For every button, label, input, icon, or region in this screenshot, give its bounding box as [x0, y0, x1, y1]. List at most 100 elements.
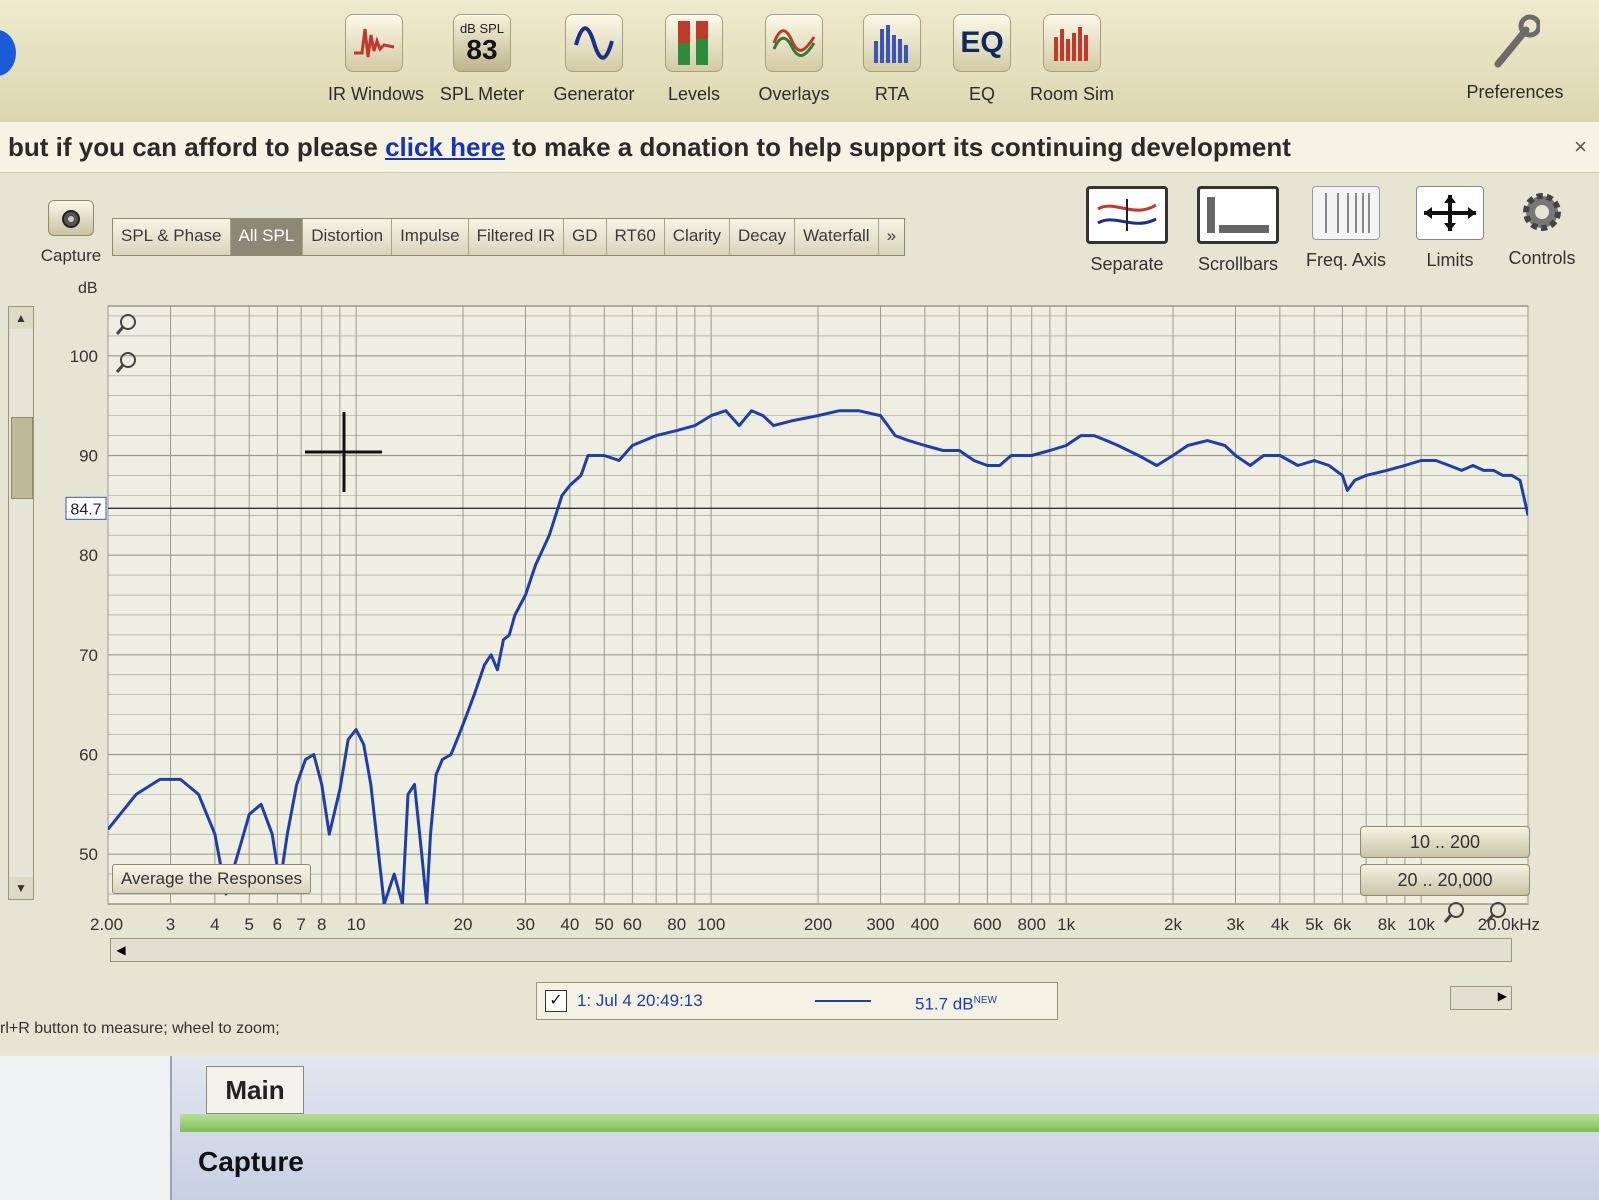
- trace-point: [1206, 439, 1209, 442]
- x-tick-label: 3: [166, 915, 175, 934]
- trace-point: [413, 783, 416, 786]
- trace-point: [425, 903, 428, 904]
- trace-point: [1224, 444, 1226, 447]
- trace-point: [393, 873, 395, 875]
- trace-point: [817, 414, 819, 417]
- trace-point: [1249, 464, 1252, 467]
- trace-point: [197, 793, 200, 796]
- trace-point: [1262, 454, 1265, 457]
- range-20-20000-button[interactable]: 20 .. 20,000: [1360, 864, 1530, 896]
- x-tick-label: 5k: [1305, 915, 1323, 934]
- trace-point: [502, 639, 505, 641]
- x-tick-label: 1k: [1057, 915, 1075, 934]
- x-tick-label: 60: [623, 915, 642, 934]
- trace-point: [548, 534, 551, 537]
- trace-point: [618, 459, 620, 462]
- x-tick-label: 8k: [1378, 915, 1396, 934]
- trace-point: [838, 409, 841, 412]
- trace-point: [879, 414, 882, 417]
- trace-point: [1065, 444, 1067, 447]
- trace-point: [907, 439, 910, 442]
- x-tick-label: 20: [454, 915, 473, 934]
- trace-point: [339, 788, 341, 791]
- trace-point: [603, 454, 606, 457]
- trace-point: [429, 833, 432, 836]
- x-tick-label: 10k: [1407, 915, 1435, 934]
- trace-point: [1186, 444, 1189, 447]
- x-tick-label: 4: [210, 915, 219, 934]
- tab-main[interactable]: Main: [206, 1066, 304, 1114]
- x-tick-label: 300: [866, 915, 894, 934]
- trace-point: [441, 758, 444, 761]
- trace-point: [1137, 454, 1140, 457]
- measurement-name[interactable]: 1: Jul 4 20:49:13: [577, 983, 703, 1019]
- trace-point: [524, 594, 527, 596]
- zoom-icon-handle: [1443, 914, 1453, 923]
- trace-point: [1234, 454, 1237, 457]
- trace-point: [1472, 464, 1474, 467]
- scroll-left-icon[interactable]: ◀: [111, 939, 131, 961]
- trace-point: [750, 409, 753, 412]
- trace-point: [694, 424, 696, 427]
- trace-point: [1492, 469, 1495, 472]
- trace-point: [1117, 444, 1119, 447]
- x-tick-label: 5: [245, 915, 254, 934]
- trace-point: [383, 903, 386, 904]
- spl-chart[interactable]: 100 90 80 70 60 50 2.00 3 4 5 6 7 8 10 20 30 40 50 60 80 100…: [0, 0, 1599, 1056]
- trace-point: [362, 743, 365, 746]
- trace-point: [1346, 489, 1349, 492]
- trace-point: [1527, 514, 1528, 517]
- trace-point: [569, 484, 571, 487]
- trace-point: [419, 843, 422, 845]
- y-tick-label: 100: [70, 347, 98, 366]
- capture-section-title: Capture: [198, 1146, 304, 1177]
- measurement-level-value: 51.7 dB: [915, 994, 974, 1014]
- y-tick-label: 60: [79, 746, 98, 765]
- trace-point: [986, 464, 989, 467]
- trace-point: [762, 414, 764, 417]
- trace-point: [675, 429, 678, 432]
- trace-point: [1341, 474, 1344, 477]
- trace-point: [1297, 464, 1299, 467]
- y-tick-label: 50: [79, 845, 98, 864]
- x-tick-label: 600: [973, 915, 1001, 934]
- trace-point: [710, 414, 712, 417]
- trace-point: [347, 738, 350, 741]
- trace-point: [1460, 469, 1463, 472]
- x-tick-label: 40: [560, 915, 579, 934]
- trace-point: [508, 634, 511, 636]
- x-tick-label: 800: [1018, 915, 1046, 934]
- legend-scrollbar[interactable]: ▶: [1450, 986, 1512, 1010]
- x-tick-label: 4k: [1271, 915, 1289, 934]
- average-responses-button[interactable]: Average the Responses: [112, 864, 312, 894]
- trace-point: [458, 733, 460, 736]
- x-tick-label: 20.0kHz: [1478, 915, 1540, 934]
- zoom-icon: [1448, 902, 1464, 918]
- trace-point: [286, 833, 289, 836]
- trace-point: [159, 778, 161, 781]
- trace-point: [942, 449, 944, 452]
- trace-point: [1404, 464, 1406, 467]
- x-tick-label: 100: [697, 915, 725, 934]
- x-tick-label: 7: [296, 915, 305, 934]
- trace-point: [1080, 434, 1082, 437]
- measurement-checkbox[interactable]: ✓: [545, 990, 567, 1012]
- trace-point: [998, 464, 1001, 467]
- x-tick-label: 10: [347, 915, 366, 934]
- scroll-right-icon[interactable]: ▶: [1498, 989, 1507, 1003]
- x-tick-label: 6k: [1333, 915, 1351, 934]
- left-pane: [0, 1056, 172, 1200]
- x-tick-label: 6: [273, 915, 282, 934]
- trace-point: [1105, 439, 1108, 442]
- trace-point: [401, 903, 404, 904]
- trace-point: [1279, 454, 1281, 457]
- trace-point: [561, 494, 563, 497]
- x-tick-label: 400: [911, 915, 939, 934]
- trace-point: [490, 654, 492, 656]
- trace-point: [450, 753, 452, 756]
- trace-point: [738, 424, 741, 427]
- horizontal-scrollbar[interactable]: ◀: [110, 938, 1512, 962]
- range-10-200-button[interactable]: 10 .. 200: [1360, 826, 1530, 858]
- trace-point: [328, 833, 331, 836]
- trace-point: [894, 434, 897, 437]
